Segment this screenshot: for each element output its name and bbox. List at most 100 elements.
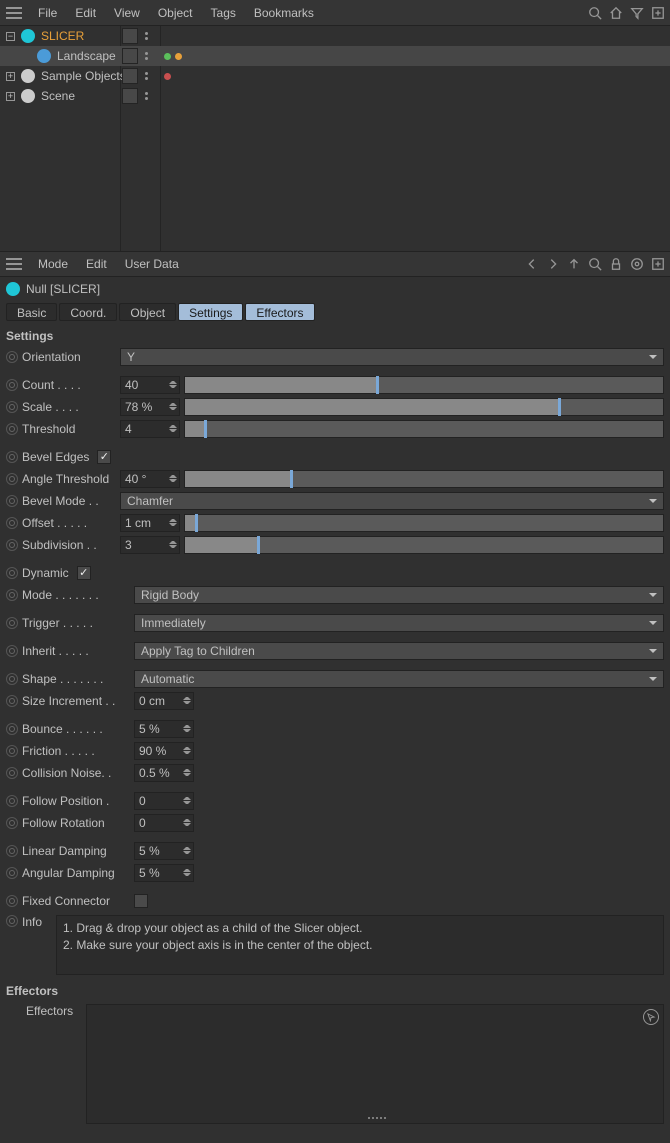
anim-button[interactable] [6, 473, 18, 485]
anim-button[interactable] [6, 723, 18, 735]
tab-settings[interactable]: Settings [178, 303, 243, 321]
anim-button[interactable] [6, 745, 18, 757]
menu-mode[interactable]: Mode [30, 253, 76, 275]
threshold-slider[interactable] [184, 420, 664, 438]
follow-position-input[interactable]: 0 [134, 792, 194, 810]
subdivision-slider[interactable] [184, 536, 664, 554]
target-icon[interactable] [629, 256, 645, 272]
maximize-icon[interactable] [650, 256, 666, 272]
visibility-toggle[interactable] [122, 48, 138, 64]
anim-button[interactable] [6, 617, 18, 629]
tag-icon[interactable] [164, 53, 171, 60]
follow-rotation-input[interactable]: 0 [134, 814, 194, 832]
menu-edit2[interactable]: Edit [78, 253, 115, 275]
inherit-dropdown[interactable]: Apply Tag to Children [134, 642, 664, 660]
lock-icon[interactable] [608, 256, 624, 272]
visibility-toggle[interactable] [122, 68, 138, 84]
visibility-toggle[interactable] [122, 88, 138, 104]
effectors-list[interactable] [86, 1004, 664, 1124]
tab-coord[interactable]: Coord. [59, 303, 117, 321]
tab-effectors[interactable]: Effectors [245, 303, 314, 321]
visibility-toggle[interactable] [122, 28, 138, 44]
threshold-input[interactable]: 4 [120, 420, 180, 438]
search-icon[interactable] [587, 256, 603, 272]
effectors-pick-icon[interactable] [643, 1009, 659, 1025]
anim-button[interactable] [6, 867, 18, 879]
expand-icon[interactable]: + [6, 92, 15, 101]
anim-button[interactable] [6, 817, 18, 829]
tag-icon[interactable] [164, 73, 171, 80]
maximize-icon[interactable] [650, 5, 666, 21]
bevel-edges-checkbox[interactable] [97, 450, 111, 464]
hamburger-icon[interactable] [6, 7, 22, 19]
angular-damping-input[interactable]: 5 % [134, 864, 194, 882]
menu-userdata[interactable]: User Data [117, 253, 187, 275]
angle-threshold-input[interactable]: 40 ° [120, 470, 180, 488]
anim-button[interactable] [6, 673, 18, 685]
expand-icon[interactable]: + [6, 72, 15, 81]
linear-damping-input[interactable]: 5 % [134, 842, 194, 860]
anim-button[interactable] [6, 767, 18, 779]
tab-object[interactable]: Object [119, 303, 176, 321]
nav-back-icon[interactable] [524, 256, 540, 272]
hamburger-icon[interactable] [6, 258, 22, 270]
offset-slider[interactable] [184, 514, 664, 532]
tab-basic[interactable]: Basic [6, 303, 57, 321]
bounce-input[interactable]: 5 % [134, 720, 194, 738]
tree-row[interactable]: +Scene [0, 86, 670, 106]
menu-object[interactable]: Object [150, 2, 201, 24]
tree-row[interactable]: Landscape [0, 46, 670, 66]
anim-button[interactable] [6, 915, 18, 927]
count-slider[interactable] [184, 376, 664, 394]
anim-button[interactable] [6, 401, 18, 413]
menu-file[interactable]: File [30, 2, 65, 24]
size-increment-input[interactable]: 0 cm [134, 692, 194, 710]
mode-dropdown[interactable]: Rigid Body [134, 586, 664, 604]
nav-up-icon[interactable] [566, 256, 582, 272]
render-dots-icon[interactable] [142, 29, 150, 43]
anim-button[interactable] [6, 567, 18, 579]
anim-button[interactable] [6, 379, 18, 391]
nav-fwd-icon[interactable] [545, 256, 561, 272]
filter-icon[interactable] [629, 5, 645, 21]
anim-button[interactable] [6, 795, 18, 807]
anim-button[interactable] [6, 451, 18, 463]
anim-button[interactable] [6, 351, 18, 363]
bevel-mode-dropdown[interactable]: Chamfer [120, 492, 664, 510]
expand-icon[interactable]: − [6, 32, 15, 41]
orientation-dropdown[interactable]: Y [120, 348, 664, 366]
tree-row[interactable]: +Sample Objects [0, 66, 670, 86]
subdivision-input[interactable]: 3 [120, 536, 180, 554]
menu-edit[interactable]: Edit [67, 2, 104, 24]
menu-tags[interactable]: Tags [203, 2, 244, 24]
anim-button[interactable] [6, 895, 18, 907]
collision-noise-input[interactable]: 0.5 % [134, 764, 194, 782]
tag-icon[interactable] [175, 53, 182, 60]
friction-input[interactable]: 90 % [134, 742, 194, 760]
info-textbox[interactable]: 1. Drag & drop your object as a child of… [56, 915, 664, 975]
search-icon[interactable] [587, 5, 603, 21]
render-dots-icon[interactable] [142, 69, 150, 83]
scale-slider[interactable] [184, 398, 664, 416]
anim-button[interactable] [6, 423, 18, 435]
anim-button[interactable] [6, 845, 18, 857]
anim-button[interactable] [6, 539, 18, 551]
angle-threshold-slider[interactable] [184, 470, 664, 488]
anim-button[interactable] [6, 517, 18, 529]
shape-dropdown[interactable]: Automatic [134, 670, 664, 688]
menu-bookmarks[interactable]: Bookmarks [246, 2, 322, 24]
tree-row[interactable]: −SLICER [0, 26, 670, 46]
render-dots-icon[interactable] [142, 49, 150, 63]
trigger-dropdown[interactable]: Immediately [134, 614, 664, 632]
render-dots-icon[interactable] [142, 89, 150, 103]
anim-button[interactable] [6, 645, 18, 657]
anim-button[interactable] [6, 695, 18, 707]
scale-input[interactable]: 78 % [120, 398, 180, 416]
menu-view[interactable]: View [106, 2, 148, 24]
count-input[interactable]: 40 [120, 376, 180, 394]
home-icon[interactable] [608, 5, 624, 21]
offset-input[interactable]: 1 cm [120, 514, 180, 532]
anim-button[interactable] [6, 495, 18, 507]
fixed-connector-checkbox[interactable] [134, 894, 148, 908]
anim-button[interactable] [6, 589, 18, 601]
